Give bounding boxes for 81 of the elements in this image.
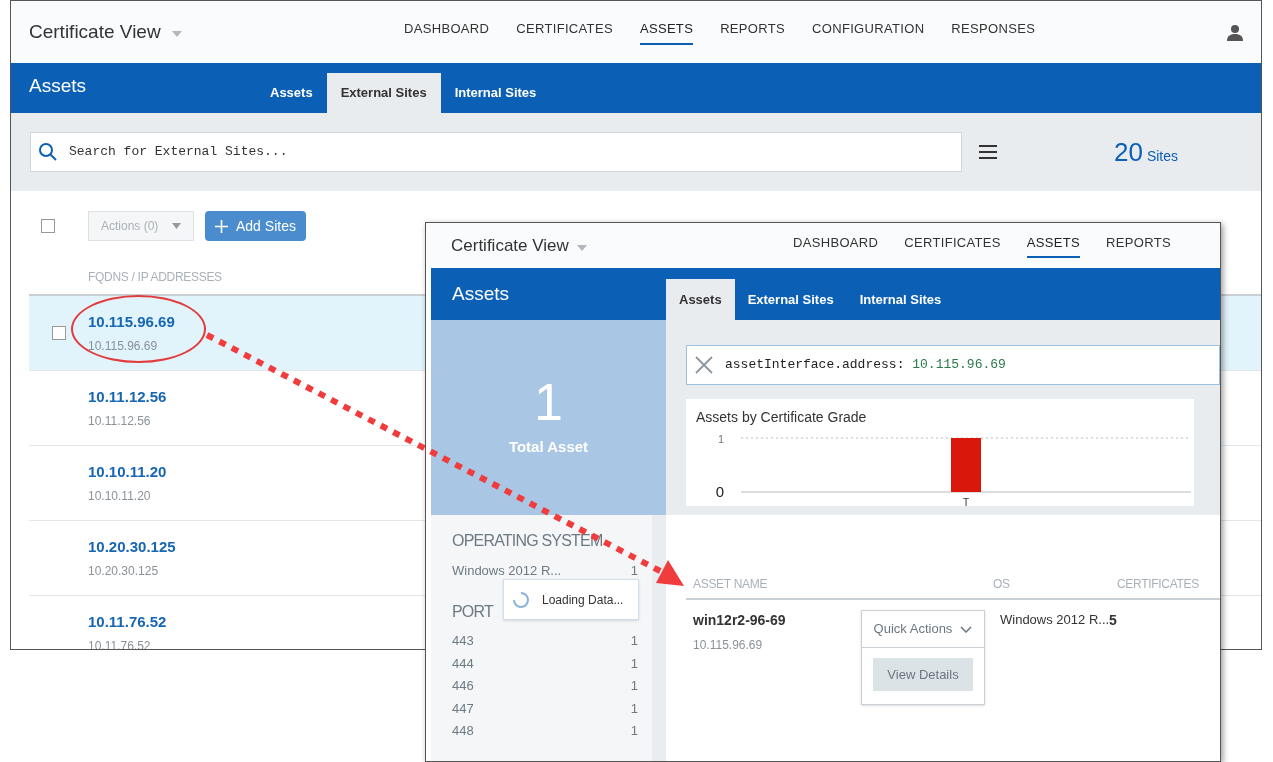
loading-text: Loading Data... [542,591,624,609]
x-tick-label: T [962,497,970,506]
filter-query: assetInterface.address: 10.115.96.69 [725,356,1006,375]
filter-count: 1 [630,632,638,650]
nav-link[interactable]: REPORTS [1106,232,1171,259]
scrollbar[interactable] [652,515,666,761]
column-header: FQDNS / IP ADDRESSES [88,268,222,286]
menu-icon[interactable] [979,145,997,159]
filter-count: 1 [630,722,638,740]
nav-link[interactable]: ASSETS [1026,232,1081,259]
y-tick-label: 0 [715,483,724,500]
site-name[interactable]: 10.10.11.20 [88,460,167,484]
view-details-button[interactable]: View Details [873,658,973,691]
app-title: Certificate View [29,19,162,44]
filter-heading: PORT [452,601,493,622]
certificates-count: 5 [1109,611,1117,630]
add-sites-button[interactable]: Add Sites [205,211,306,241]
site-name[interactable]: 10.11.12.56 [88,385,167,409]
filter-option[interactable]: 446 [452,676,474,696]
filter-query-field[interactable]: assetInterface.address: 10.115.96.69 [686,345,1220,385]
filter-heading: OPERATING SYSTEM [452,531,603,551]
tab[interactable]: External Sites [734,279,847,320]
select-all-checkbox[interactable] [41,219,55,233]
filter-count: 1 [630,654,638,673]
caret-icon [576,244,587,251]
close-icon[interactable] [695,356,713,374]
tab[interactable]: Internal Sites [846,279,955,320]
user-icon[interactable] [1227,23,1243,41]
site-address: 10.11.12.56 [88,413,152,431]
page-title: Assets [452,281,510,306]
total-label: Total Asset [508,437,589,458]
tab[interactable]: External Sites [326,73,441,113]
site-address: 10.20.30.125 [88,563,160,581]
site-name[interactable]: 10.11.76.52 [88,610,167,634]
search-field[interactable]: Search for External Sites... [30,132,962,172]
search-icon [39,143,57,161]
nav-link[interactable]: CONFIGURATION [812,19,925,45]
asset-address: 10.115.96.69 [693,637,764,654]
asset-name[interactable]: win12r2-96-69 [693,610,861,631]
site-address: 10.10.11.20 [88,488,152,506]
y-tick-label: 1 [717,433,724,445]
site-address: 10.115.96.69 [88,338,159,356]
caret-icon [172,223,181,229]
spinner-icon [512,590,530,609]
filter-option[interactable]: 443 [452,631,474,651]
filter-count: 1 [630,677,638,695]
search-input[interactable]: Search for External Sites... [69,142,953,162]
os-cell-text: Windows 2012 R... [1000,611,1109,629]
tab[interactable]: Assets [666,279,735,320]
filter-option[interactable]: Windows 2012 R... [452,560,562,580]
nav-link[interactable]: CERTIFICATES [904,232,1001,259]
column-header: OS [993,576,1011,593]
tab[interactable]: Assets [256,73,327,113]
nav-link[interactable]: DASHBOARD [404,19,490,45]
chart-title: Assets by Certificate Grade [696,408,868,427]
filter-option[interactable]: 447 [452,698,474,718]
quick-actions-button[interactable]: Quick Actions [862,611,984,648]
site-count: 20 [1113,135,1143,169]
caret-icon [172,31,182,37]
nav-link[interactable]: REPORTS [720,19,786,45]
nav-link[interactable]: ASSETS [639,19,694,45]
chart-bar [951,438,981,492]
row-checkbox[interactable] [51,326,66,340]
column-header: ASSET NAME [692,576,769,593]
filter-option[interactable]: 448 [452,721,474,741]
page-title: Assets [29,73,88,98]
site-name[interactable]: 10.115.96.69 [88,310,175,334]
nav-link[interactable]: DASHBOARD [792,232,879,259]
plus-icon [215,219,228,233]
nav-link[interactable]: RESPONSES [951,19,1036,45]
nav-link[interactable]: CERTIFICATES [516,19,613,45]
site-name[interactable]: 10.20.30.125 [88,535,176,559]
app-title: Certificate View [451,234,569,257]
chevron-down-icon [960,625,973,633]
tab[interactable]: Internal Sites [440,73,551,113]
filter-count: 1 [630,561,638,580]
filter-count: 1 [630,699,638,718]
total-count: 1 [534,376,563,429]
filter-option[interactable]: 444 [452,653,474,673]
site-count-unit: Sites [1146,146,1178,166]
column-header: CERTIFICATES [1117,576,1199,593]
